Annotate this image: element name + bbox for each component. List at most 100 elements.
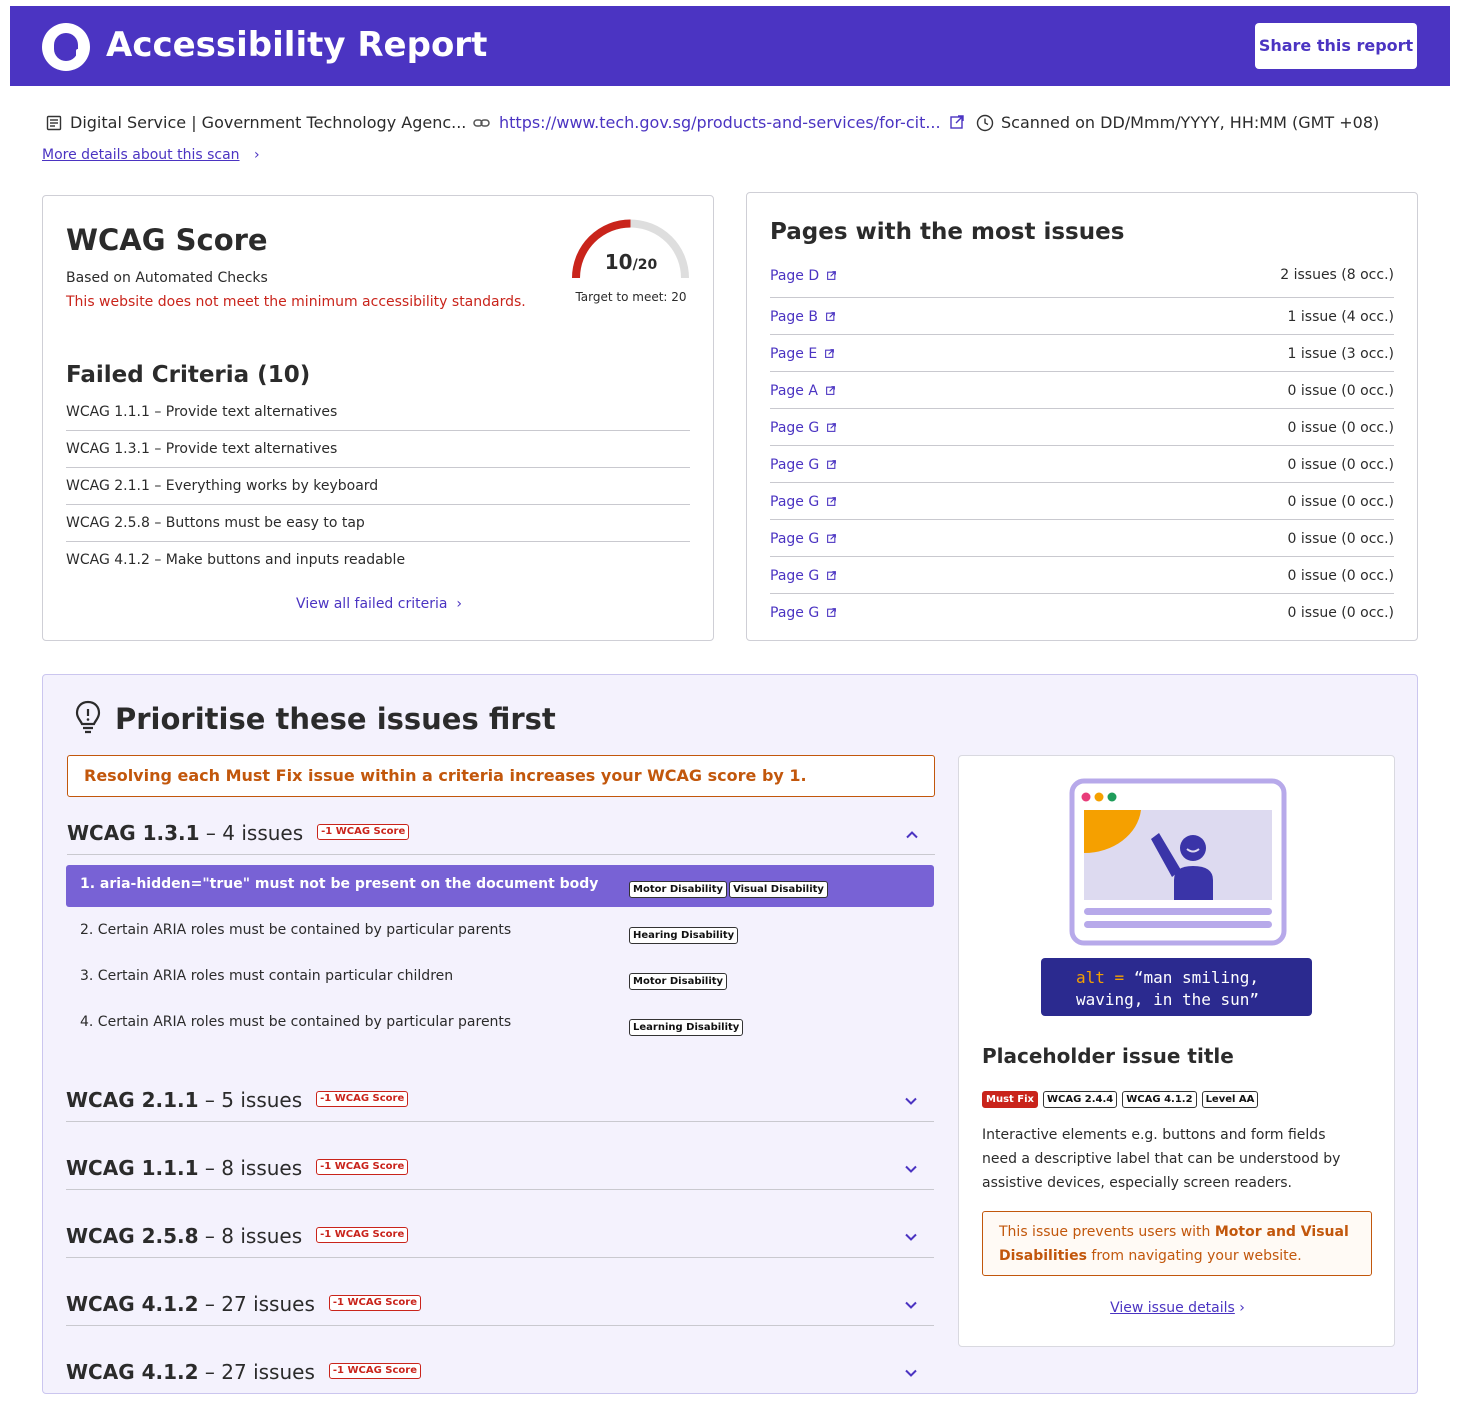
issue-row[interactable]: 3. Certain ARIA roles must contain parti… [66,957,934,999]
criteria-accordion[interactable]: WCAG 4.1.2 – 27 issues -1 WCAG Score [66,1350,934,1393]
view-all-failed-link[interactable]: View all failed criteria › [43,596,715,612]
disability-tags: Motor Disability Visual Disability [629,877,830,898]
criteria-count: – 4 issues [199,821,304,845]
criteria-title: WCAG 1.3.1 – 4 issues -1 WCAG Score [67,821,410,845]
criteria-count: – 8 issues [198,1224,303,1248]
chevron-down-icon[interactable] [904,1301,918,1310]
criteria-title: WCAG 4.1.2 – 27 issues -1 WCAG Score [66,1292,421,1316]
criteria-accordion[interactable]: WCAG 4.1.2 – 27 issues -1 WCAG Score [66,1282,934,1326]
criteria-title: WCAG 1.1.1 – 8 issues -1 WCAG Score [66,1156,409,1180]
issue-label: 3. Certain ARIA roles must contain parti… [80,968,454,984]
chevron-down-icon[interactable] [904,1369,918,1378]
svg-text:waving, in the sun”: waving, in the sun” [1076,990,1259,1009]
svg-text:alt = “man smiling,: alt = “man smiling, [1076,968,1259,987]
page-link[interactable]: Page G [770,605,819,621]
issue-label: 2. Certain ARIA roles must be contained … [80,922,512,938]
page-row: Page G 0 issue (0 occ.) [770,594,1394,631]
clock-icon [976,114,994,132]
link-icon [473,119,490,127]
page-link[interactable]: Page G [770,420,819,436]
criteria-count: – 5 issues [198,1088,303,1112]
top-bar: Accessibility Report Share this report [10,6,1450,86]
page-link[interactable]: Page G [770,531,819,547]
chevron-down-icon[interactable] [904,1165,918,1174]
must-fix-tag: Must Fix [982,1091,1038,1108]
disability-tag: Motor Disability [629,973,728,990]
external-link-icon [827,534,836,543]
site-url-text[interactable]: https://www.tech.gov.sg/products-and-ser… [499,113,941,132]
score-value: 10/20 [604,250,658,274]
page-link[interactable]: Page G [770,494,819,510]
external-link-icon [827,423,836,432]
score-impact-badge: -1 WCAG Score [316,1158,409,1175]
more-details-link[interactable]: More details about this scan [42,147,240,163]
criteria-accordion[interactable]: WCAG 2.1.1 – 5 issues -1 WCAG Score [66,1078,934,1122]
page-row: Page G 0 issue (0 occ.) [770,557,1394,594]
criteria-accordion[interactable]: WCAG 2.5.8 – 8 issues -1 WCAG Score [66,1214,934,1258]
wcag-tag: WCAG 4.1.2 [1122,1091,1197,1108]
issue-impact-notice: This issue prevents users with Motor and… [982,1211,1372,1276]
page-row: Page G 0 issue (0 occ.) [770,409,1394,446]
page-issue-count: 0 issue (0 occ.) [1287,383,1394,399]
logo-icon [42,23,90,71]
view-issue-details-link[interactable]: View issue details › [959,1300,1396,1316]
chevron-down-icon[interactable] [904,1233,918,1242]
issue-row[interactable]: 2. Certain ARIA roles must be contained … [66,911,934,953]
chevron-up-icon[interactable] [905,830,919,839]
criteria-code: WCAG 2.5.8 [66,1224,199,1248]
criteria-count: – 27 issues [198,1360,315,1384]
disability-tags: Learning Disability [629,1015,745,1036]
page-link[interactable]: Page G [770,457,819,473]
page-link[interactable]: Page A [770,383,818,399]
failed-criteria-item: WCAG 2.5.8 – Buttons must be easy to tap [66,505,690,542]
failed-criteria-list: WCAG 1.1.1 – Provide text alternatives W… [66,394,690,579]
alt-text-illustration: alt = “man smiling, waving, in the sun” [1041,778,1312,1016]
page-link[interactable]: Page D [770,268,819,284]
criteria-accordion[interactable]: WCAG 1.3.1 – 4 issues -1 WCAG Score [67,815,935,855]
wcag-score-card: WCAG Score Based on Automated Checks Thi… [42,195,714,641]
page-issue-count: 0 issue (0 occ.) [1287,568,1394,584]
issue-title: Placeholder issue title [982,1044,1234,1068]
page-issue-count: 1 issue (3 occ.) [1287,346,1394,362]
criteria-title: WCAG 2.1.1 – 5 issues -1 WCAG Score [66,1088,409,1112]
score-title: WCAG Score [66,223,268,257]
score-impact-badge: -1 WCAG Score [317,823,410,840]
page-link[interactable]: Page G [770,568,819,584]
external-link-icon [949,115,964,129]
level-tag: Level AA [1201,1091,1259,1108]
pages-most-issues-card: Pages with the most issues Page D 2 issue… [746,192,1418,641]
site-name: Digital Service | Government Technology … [44,112,466,134]
criteria-code: WCAG 4.1.2 [66,1292,199,1316]
score-impact-badge: -1 WCAG Score [328,1362,421,1379]
chevron-down-icon[interactable] [904,1097,918,1106]
wcag-tag: WCAG 2.4.4 [1043,1091,1118,1108]
page-link[interactable]: Page E [770,346,817,362]
issue-row[interactable]: 1. aria-hidden="true" must not be presen… [66,865,934,907]
issue-label: 4. Certain ARIA roles must be contained … [80,1014,512,1030]
disability-tag: Motor Disability [629,881,728,898]
page-link[interactable]: Page B [770,309,818,325]
pages-title: Pages with the most issues [770,219,1125,245]
failed-criteria-item: WCAG 1.3.1 – Provide text alternatives [66,431,690,468]
disability-tag: Visual Disability [729,881,828,898]
criteria-code: WCAG 4.1.2 [66,1360,199,1384]
issue-row[interactable]: 4. Certain ARIA roles must be contained … [66,1003,934,1045]
score-impact-badge: -1 WCAG Score [316,1090,409,1107]
page-issue-count: 2 issues (8 occ.) [1280,267,1394,283]
chevron-right-icon: › [254,147,260,163]
failed-criteria-item: WCAG 4.1.2 – Make buttons and inputs rea… [66,552,406,568]
external-link-icon [827,497,836,506]
criteria-accordion[interactable]: WCAG 1.1.1 – 8 issues -1 WCAG Score [66,1146,934,1190]
pages-list: Page D 2 issues (8 occ.) Page B 1 issue (4 … [770,254,1394,631]
site-url-link[interactable]: https://www.tech.gov.sg/products-and-ser… [473,112,964,134]
external-link-icon [827,571,836,580]
share-report-button[interactable]: Share this report [1255,23,1417,69]
failed-criteria-title: Failed Criteria (10) [66,362,311,388]
criteria-code: WCAG 2.1.1 [66,1088,199,1112]
issue-detail-card: alt = “man smiling, waving, in the sun” … [958,755,1395,1347]
scan-time-text: Scanned on DD/Mmm/YYYY, HH:MM (GMT +08) [1001,113,1380,132]
page-issue-count: 0 issue (0 occ.) [1287,605,1394,621]
external-link-icon [825,349,834,358]
score-subtitle: Based on Automated Checks [66,270,268,286]
score-warning: This website does not meet the minimum a… [66,294,526,310]
